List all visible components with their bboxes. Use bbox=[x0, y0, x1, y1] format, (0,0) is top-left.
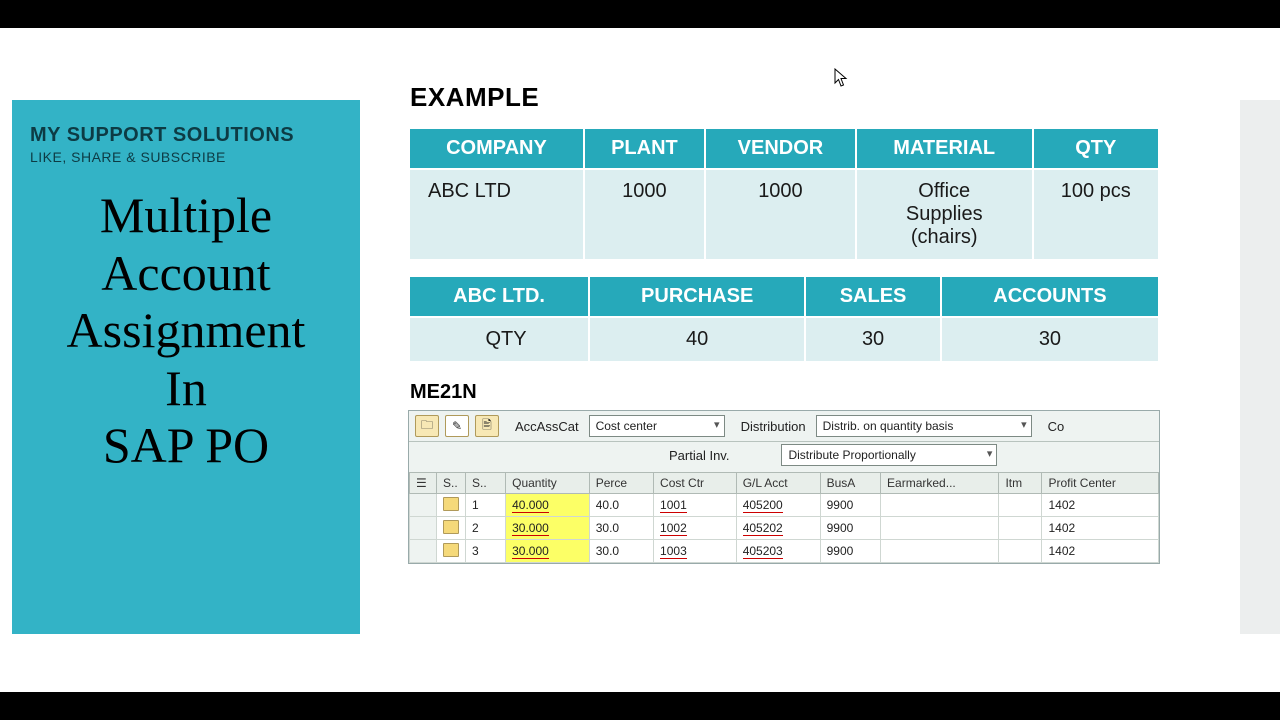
cell-qty: 100 pcs bbox=[1033, 169, 1159, 260]
col-profit-center: Profit Center bbox=[1042, 473, 1159, 494]
col-plant: PLANT bbox=[584, 128, 705, 169]
row-handle[interactable] bbox=[410, 517, 437, 540]
accasscat-label: AccAssCat bbox=[515, 419, 579, 434]
sap-account-assignment-pane: 🗀 ✎ 🖹 AccAssCat Cost center Distribution… bbox=[408, 410, 1160, 564]
cell-earmarked[interactable] bbox=[881, 494, 999, 517]
table-row: ABC LTD 1000 1000 Office Supplies (chair… bbox=[409, 169, 1159, 260]
col-purchase: PURCHASE bbox=[589, 276, 805, 317]
cell-sales: 30 bbox=[805, 317, 941, 362]
tcode-label: ME21N bbox=[410, 381, 1160, 404]
distribution-select[interactable]: Distrib. on quantity basis bbox=[816, 415, 1032, 437]
cell-seq[interactable]: 3 bbox=[466, 540, 506, 563]
accasscat-select[interactable]: Cost center bbox=[589, 415, 725, 437]
cell-qty-label: QTY bbox=[409, 317, 589, 362]
folder-icon bbox=[443, 543, 459, 557]
col-qty: QTY bbox=[1033, 128, 1159, 169]
table-row[interactable]: 230.00030.010024052029900 1402 bbox=[410, 517, 1159, 540]
cell-profit-center[interactable]: 1402 bbox=[1042, 494, 1159, 517]
row-handle[interactable] bbox=[410, 494, 437, 517]
folder-icon bbox=[443, 497, 459, 511]
col-busa: BusA bbox=[820, 473, 880, 494]
cell-itm[interactable] bbox=[999, 540, 1042, 563]
cell-busa[interactable]: 9900 bbox=[820, 540, 880, 563]
slide-headline: Multiple Account Assignment In SAP PO bbox=[30, 187, 342, 475]
cell-company: ABC LTD bbox=[409, 169, 584, 260]
distribution-label: Distribution bbox=[741, 419, 806, 434]
cell-busa[interactable]: 9900 bbox=[820, 494, 880, 517]
cell-busa[interactable]: 9900 bbox=[820, 517, 880, 540]
cell-costctr[interactable]: 1001 bbox=[654, 494, 737, 517]
example-table: COMPANY PLANT VENDOR MATERIAL QTY ABC LT… bbox=[408, 127, 1160, 261]
cell-accounts: 30 bbox=[941, 317, 1159, 362]
title-card: MY SUPPORT SOLUTIONS LIKE, SHARE & SUBSC… bbox=[12, 100, 360, 634]
col-sales: SALES bbox=[805, 276, 941, 317]
co-label: Co bbox=[1048, 419, 1065, 434]
table-row: QTY 40 30 30 bbox=[409, 317, 1159, 362]
col-glacct: G/L Acct bbox=[736, 473, 820, 494]
partial-inv-label: Partial Inv. bbox=[669, 448, 729, 463]
cell-quantity[interactable]: 30.000 bbox=[506, 517, 590, 540]
example-heading: EXAMPLE bbox=[410, 82, 1160, 113]
cell-plant: 1000 bbox=[584, 169, 705, 260]
sap-toolbar-row2: Partial Inv. Distribute Proportionally bbox=[409, 442, 1159, 472]
folder-icon-cell[interactable] bbox=[437, 494, 466, 517]
cell-profit-center[interactable]: 1402 bbox=[1042, 517, 1159, 540]
slide-stage: MY SUPPORT SOLUTIONS LIKE, SHARE & SUBSC… bbox=[0, 28, 1280, 692]
col-earmarked: Earmarked... bbox=[881, 473, 999, 494]
cell-perce[interactable]: 30.0 bbox=[589, 517, 653, 540]
cell-purchase: 40 bbox=[589, 317, 805, 362]
brand-name: MY SUPPORT SOLUTIONS bbox=[30, 124, 342, 147]
display-icon[interactable]: 🗀 bbox=[415, 415, 439, 437]
col-material: MATERIAL bbox=[856, 128, 1033, 169]
cell-perce[interactable]: 30.0 bbox=[589, 540, 653, 563]
cell-seq[interactable]: 2 bbox=[466, 517, 506, 540]
col-abc: ABC LTD. bbox=[409, 276, 589, 317]
sap-line-item-table: ☰ S.. S.. Quantity Perce Cost Ctr G/L Ac… bbox=[409, 472, 1159, 563]
cell-profit-center[interactable]: 1402 bbox=[1042, 540, 1159, 563]
right-gutter bbox=[1240, 100, 1280, 634]
col-costctr: Cost Ctr bbox=[654, 473, 737, 494]
cell-vendor: 1000 bbox=[705, 169, 856, 260]
cell-perce[interactable]: 40.0 bbox=[589, 494, 653, 517]
cell-quantity[interactable]: 40.000 bbox=[506, 494, 590, 517]
col-s2: S.. bbox=[466, 473, 506, 494]
cell-costctr[interactable]: 1003 bbox=[654, 540, 737, 563]
cell-itm[interactable] bbox=[999, 517, 1042, 540]
cell-glacct[interactable]: 405202 bbox=[736, 517, 820, 540]
col-vendor: VENDOR bbox=[705, 128, 856, 169]
cell-earmarked[interactable] bbox=[881, 517, 999, 540]
main-content: EXAMPLE COMPANY PLANT VENDOR MATERIAL QT… bbox=[408, 82, 1160, 564]
col-perce: Perce bbox=[589, 473, 653, 494]
col-company: COMPANY bbox=[409, 128, 584, 169]
col-quantity: Quantity bbox=[506, 473, 590, 494]
brand-tagline: LIKE, SHARE & SUBSCRIBE bbox=[30, 149, 342, 165]
cell-seq[interactable]: 1 bbox=[466, 494, 506, 517]
other-icon[interactable]: 🖹 bbox=[475, 415, 499, 437]
partial-inv-select[interactable]: Distribute Proportionally bbox=[781, 444, 997, 466]
edit-icon[interactable]: ✎ bbox=[445, 415, 469, 437]
col-accounts: ACCOUNTS bbox=[941, 276, 1159, 317]
cell-quantity[interactable]: 30.000 bbox=[506, 540, 590, 563]
col-itm: Itm bbox=[999, 473, 1042, 494]
folder-icon-cell[interactable] bbox=[437, 517, 466, 540]
cell-costctr[interactable]: 1002 bbox=[654, 517, 737, 540]
folder-icon-cell[interactable] bbox=[437, 540, 466, 563]
distribution-table: ABC LTD. PURCHASE SALES ACCOUNTS QTY 40 … bbox=[408, 275, 1160, 363]
cell-glacct[interactable]: 405200 bbox=[736, 494, 820, 517]
cell-material: Office Supplies (chairs) bbox=[856, 169, 1033, 260]
col-handle: ☰ bbox=[410, 473, 437, 494]
table-row[interactable]: 330.00030.010034052039900 1402 bbox=[410, 540, 1159, 563]
col-s1: S.. bbox=[437, 473, 466, 494]
folder-icon bbox=[443, 520, 459, 534]
cell-itm[interactable] bbox=[999, 494, 1042, 517]
row-handle[interactable] bbox=[410, 540, 437, 563]
table-row[interactable]: 140.00040.010014052009900 1402 bbox=[410, 494, 1159, 517]
sap-toolbar: 🗀 ✎ 🖹 AccAssCat Cost center Distribution… bbox=[409, 411, 1159, 442]
cell-earmarked[interactable] bbox=[881, 540, 999, 563]
cell-glacct[interactable]: 405203 bbox=[736, 540, 820, 563]
